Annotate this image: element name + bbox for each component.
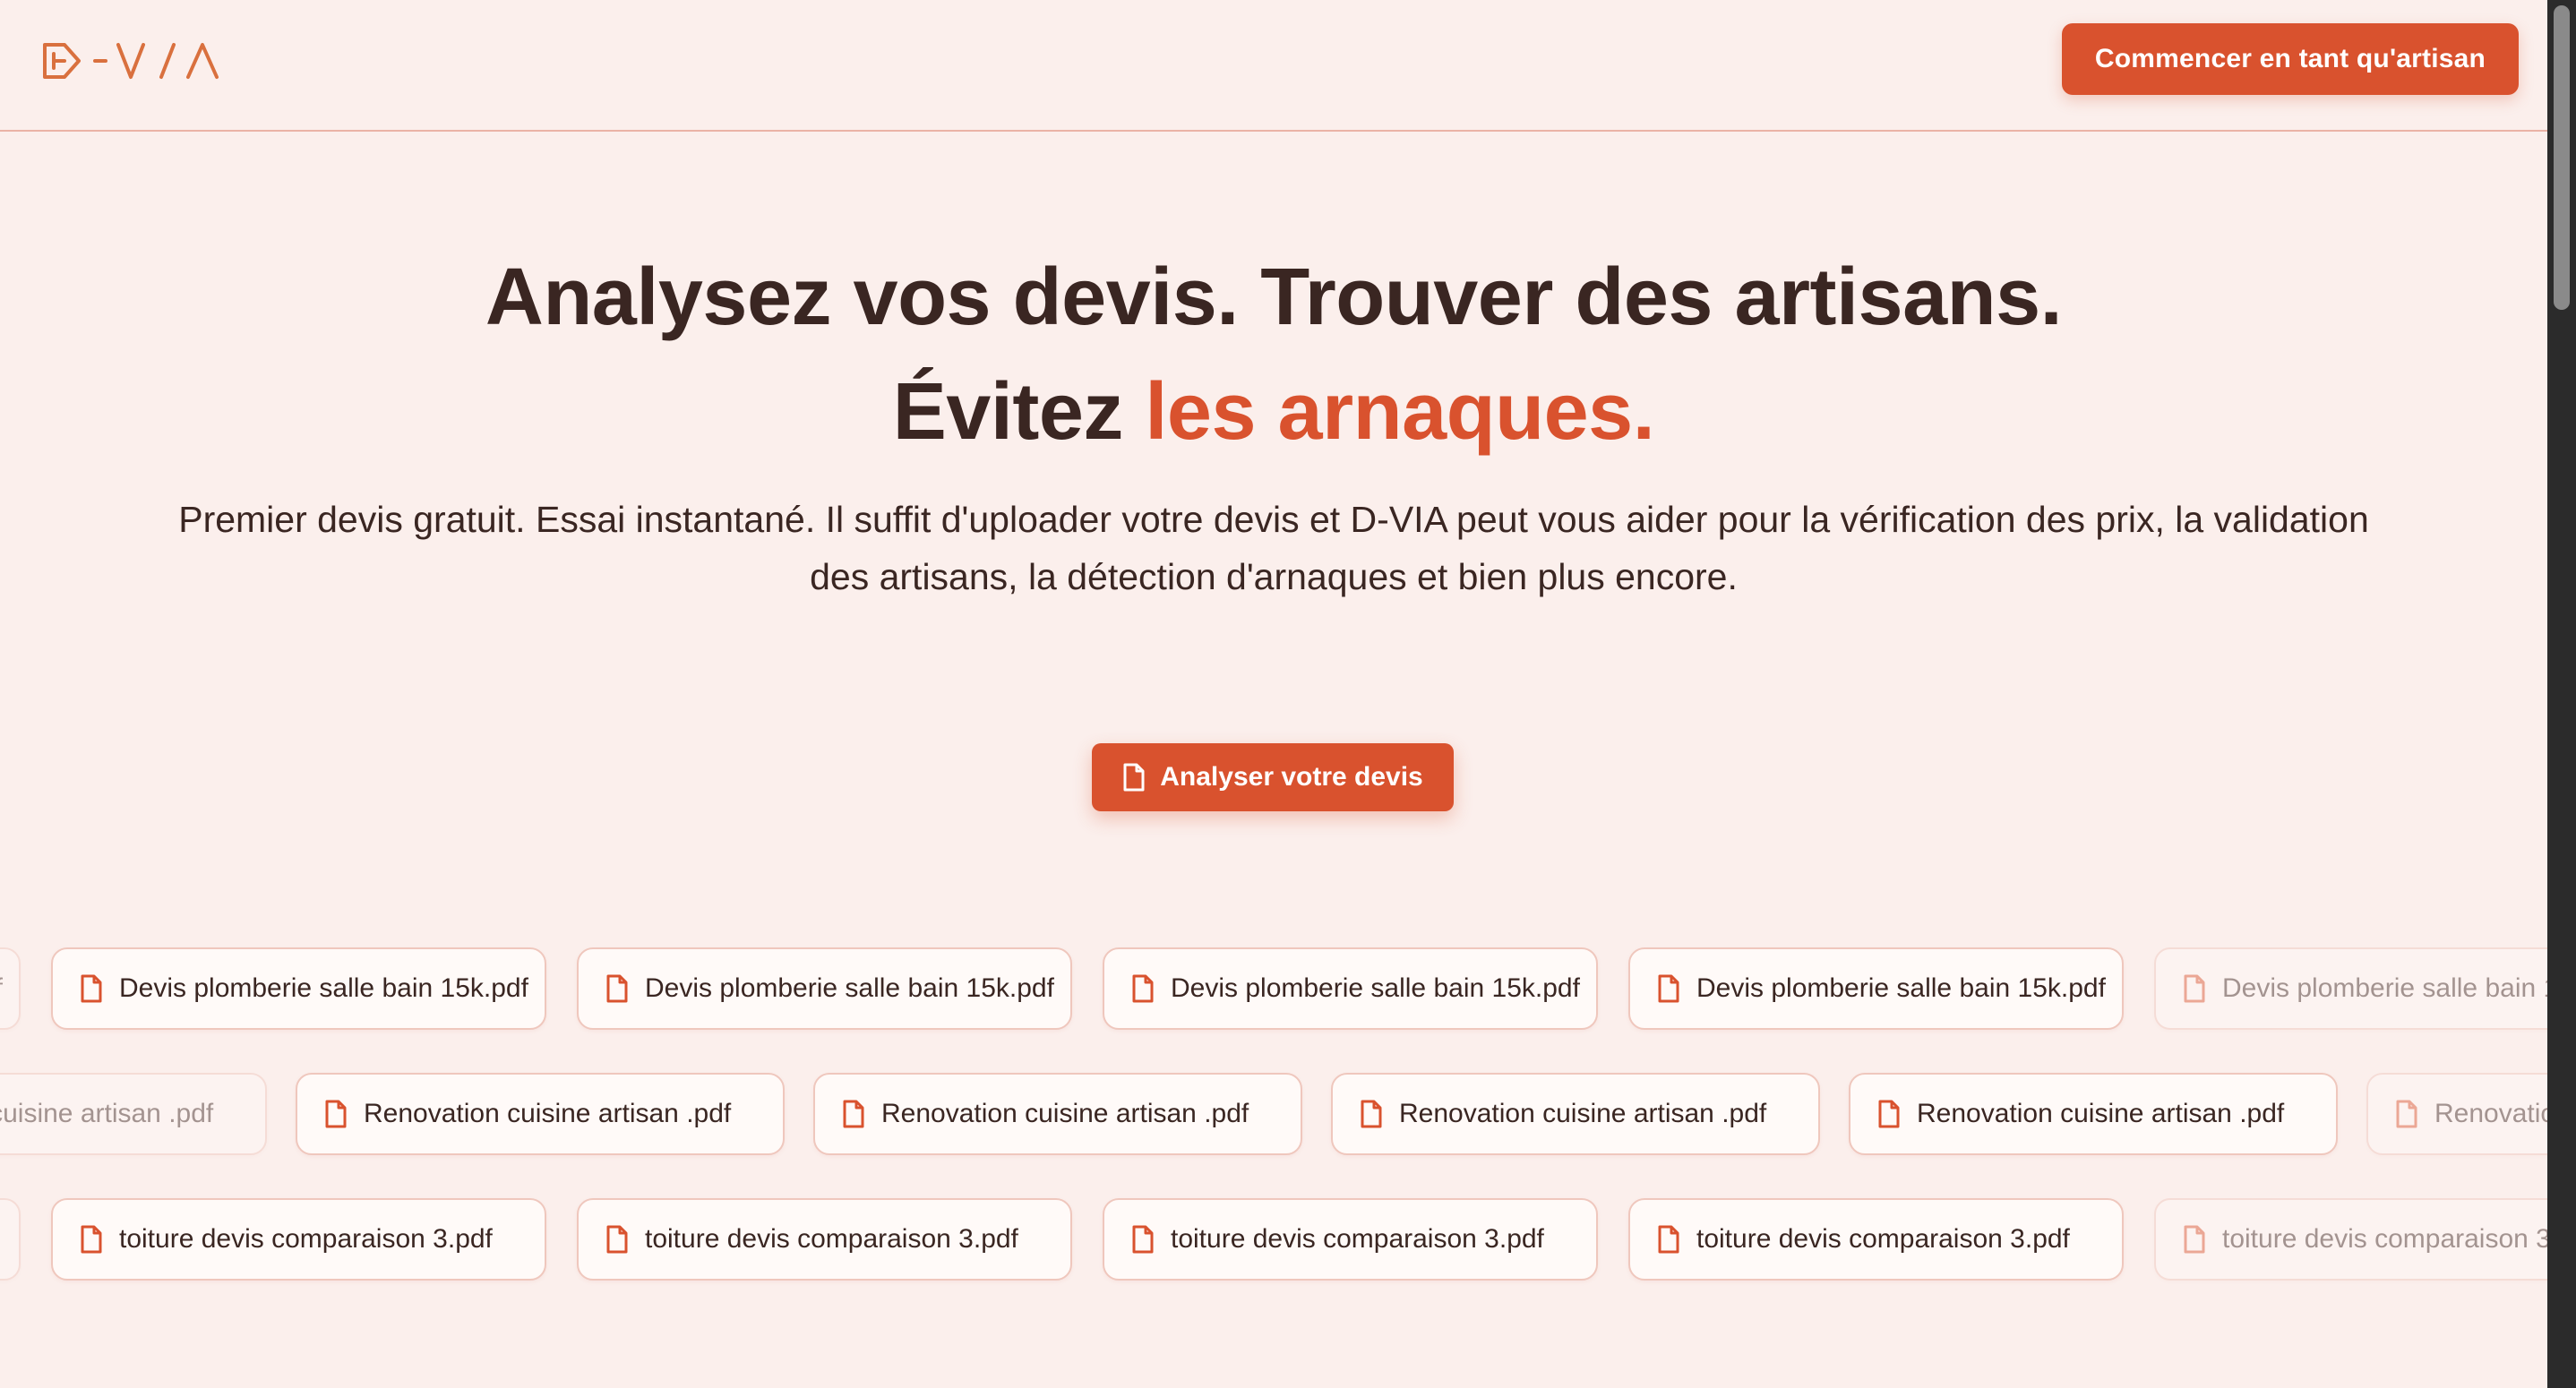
pdf-file-icon	[1360, 1100, 1383, 1128]
file-chip: toiture devis comparaison 3.pdf	[1628, 1198, 2124, 1281]
page: Commencer en tant qu'artisan Analysez vo…	[0, 0, 2547, 1388]
pdf-file-icon	[2183, 1225, 2206, 1254]
pdf-file-icon	[324, 1100, 348, 1128]
file-chip: Renovation cuisine artisan .pdf	[296, 1073, 785, 1155]
pdf-file-icon	[842, 1100, 865, 1128]
file-name: Devis plomberie salle bain 15k.pdf	[645, 973, 1054, 1003]
file-chip: toiture devis comparaison 3.pdf	[1103, 1198, 1598, 1281]
file-row: Devis plomberie salle bain 15k.pdf Devis …	[0, 947, 2547, 1030]
file-name: Devis plomberie salle bain 15k.pdf	[2222, 973, 2547, 1003]
pdf-file-icon	[605, 974, 629, 1003]
file-name: Devis plomberie salle bain 15k.pdf	[1696, 973, 2106, 1003]
file-chip: toiture devis comparaison 3.pdf	[577, 1198, 1072, 1281]
hero-title-line2-accent: les arnaques.	[1145, 367, 1655, 457]
start-as-artisan-button[interactable]: Commencer en tant qu'artisan	[2062, 23, 2519, 95]
pdf-file-icon	[80, 1225, 103, 1254]
analyze-quote-label: Analyser votre devis	[1160, 762, 1423, 792]
file-name: toiture devis comparaison 3.pdf	[1696, 1224, 2070, 1254]
file-chip: toiture devis comparaison 3.pdf	[0, 1198, 21, 1281]
file-name: Renovation cuisine artisan .pdf	[881, 1099, 1249, 1128]
file-chip: Renovation cuisine artisan .pdf	[1849, 1073, 2338, 1155]
pdf-file-icon	[80, 974, 103, 1003]
hero-title-line2-prefix: Évitez	[892, 367, 1146, 457]
file-chip: Renovation cuisine artisan .pdf	[2366, 1073, 2547, 1155]
logo[interactable]	[41, 39, 224, 84]
hero-subtitle: Premier devis gratuit. Essai instantané.…	[178, 499, 2369, 597]
file-row: toiture devis comparaison 3.pdf toiture d…	[0, 1198, 2547, 1281]
file-chip: Devis plomberie salle bain 15k.pdf	[1628, 947, 2124, 1030]
file-name: Renovation cuisine artisan .pdf	[1399, 1099, 1767, 1128]
file-chip: Devis plomberie salle bain 15k.pdf	[577, 947, 1072, 1030]
file-name: Renovation cuisine artisan .pdf	[364, 1099, 732, 1128]
file-name: toiture devis comparaison 3.pdf	[645, 1224, 1018, 1254]
file-name: Devis plomberie salle bain 15k.pdf	[1171, 973, 1580, 1003]
file-name: toiture devis comparaison 3.pdf	[119, 1224, 493, 1254]
file-chip: Devis plomberie salle bain 15k.pdf	[2154, 947, 2547, 1030]
file-chip: Renovation cuisine artisan .pdf	[813, 1073, 1302, 1155]
file-name: toiture devis comparaison 3.pdf	[2222, 1224, 2547, 1254]
logo-icon	[43, 43, 219, 79]
file-name: Devis plomberie salle bain 15k.pdf	[119, 973, 528, 1003]
file-name: Renovation cuisine artisan .pdf	[0, 1099, 214, 1128]
file-chip: Devis plomberie salle bain 15k.pdf	[0, 947, 21, 1030]
top-bar: Commencer en tant qu'artisan	[0, 0, 2547, 132]
file-chip: toiture devis comparaison 3.pdf	[2154, 1198, 2547, 1281]
pdf-file-icon	[1131, 974, 1155, 1003]
pdf-file-icon	[605, 1225, 629, 1254]
file-name: Devis plomberie salle bain 15k.pdf	[0, 973, 3, 1004]
hero-title-line1: Analysez vos devis. Trouver des artisans…	[485, 253, 2063, 342]
hero-title: Analysez vos devis. Trouver des artisans…	[0, 240, 2547, 469]
pdf-file-icon	[2183, 974, 2206, 1003]
file-row: Renovation cuisine artisan .pdf Renovatio…	[0, 1073, 2547, 1155]
scrollbar[interactable]	[2547, 0, 2576, 1388]
pdf-file-icon	[1657, 1225, 1680, 1254]
file-chip: Renovation cuisine artisan .pdf	[1331, 1073, 1820, 1155]
file-icon	[1123, 763, 1145, 792]
file-name: Renovation cuisine artisan .pdf	[1917, 1099, 2285, 1128]
pdf-file-icon	[1657, 974, 1680, 1003]
scrollbar-thumb[interactable]	[2554, 5, 2570, 310]
pdf-file-icon	[2395, 1100, 2418, 1128]
pdf-file-icon	[1877, 1100, 1901, 1128]
file-chip: Devis plomberie salle bain 15k.pdf	[51, 947, 546, 1030]
file-chip: Devis plomberie salle bain 15k.pdf	[1103, 947, 1598, 1030]
file-chip: Renovation cuisine artisan .pdf	[0, 1073, 267, 1155]
file-chip: toiture devis comparaison 3.pdf	[51, 1198, 546, 1281]
file-name: toiture devis comparaison 3.pdf	[1171, 1224, 1544, 1254]
analyze-quote-button[interactable]: Analyser votre devis	[1092, 743, 1454, 811]
file-name: Renovation cuisine artisan .pdf	[2434, 1099, 2547, 1128]
pdf-file-icon	[1131, 1225, 1155, 1254]
